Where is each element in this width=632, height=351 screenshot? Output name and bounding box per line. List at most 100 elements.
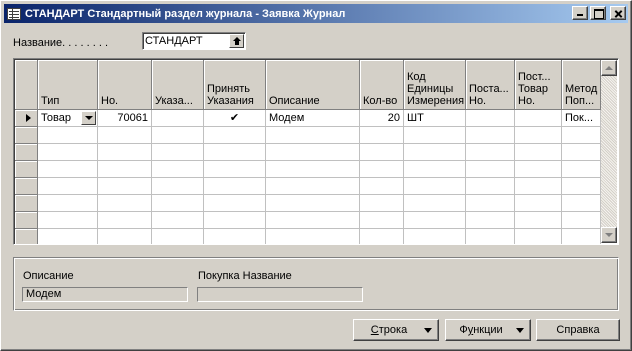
name-input[interactable]: СТАНДАРТ — [142, 32, 246, 50]
cell-uom[interactable] — [404, 161, 466, 178]
cell-uom[interactable] — [404, 127, 466, 144]
column-header-qty[interactable]: Кол-во — [360, 60, 404, 110]
cell-instr[interactable] — [152, 229, 204, 244]
column-header-method[interactable]: Метод Поп... — [562, 60, 601, 110]
cell-vendor[interactable] — [466, 195, 515, 212]
row-selector[interactable] — [15, 110, 38, 127]
cell-vendor_item[interactable] — [515, 178, 562, 195]
table-row[interactable] — [15, 195, 601, 212]
cell-no[interactable] — [98, 161, 152, 178]
row-selector[interactable] — [15, 178, 38, 195]
cell-type[interactable] — [38, 127, 98, 144]
cell-no[interactable] — [98, 127, 152, 144]
cell-method[interactable] — [562, 127, 601, 144]
cell-vendor[interactable] — [466, 178, 515, 195]
cell-no[interactable] — [98, 229, 152, 244]
scroll-up-icon[interactable] — [601, 60, 617, 76]
cell-vendor_item[interactable] — [515, 229, 562, 244]
cell-desc[interactable] — [266, 178, 360, 195]
cell-instr[interactable] — [152, 195, 204, 212]
table-row[interactable] — [15, 161, 601, 178]
cell-vendor[interactable] — [466, 161, 515, 178]
cell-desc[interactable] — [266, 229, 360, 244]
maximize-button[interactable] — [590, 6, 606, 20]
cell-desc[interactable] — [266, 144, 360, 161]
column-header-no[interactable]: Но. — [98, 60, 152, 110]
cell-uom[interactable] — [404, 144, 466, 161]
help-button[interactable]: Справка — [536, 319, 620, 341]
table-row[interactable]: Товар 70061 ✔ Модем 20 ШТ Пок... — [15, 110, 601, 127]
cell-type[interactable] — [38, 229, 98, 244]
cell-method[interactable]: Пок... — [562, 110, 601, 127]
cell-uom[interactable] — [404, 212, 466, 229]
cell-qty[interactable]: 20 — [360, 110, 404, 127]
cell-instr[interactable] — [152, 161, 204, 178]
line-menu-button[interactable]: Строка — [353, 319, 439, 341]
cell-type[interactable] — [38, 178, 98, 195]
cell-vendor[interactable] — [466, 229, 515, 244]
cell-method[interactable] — [562, 212, 601, 229]
chevron-down-icon[interactable] — [81, 111, 96, 125]
cell-instr[interactable] — [152, 178, 204, 195]
row-selector[interactable] — [15, 195, 38, 212]
cell-accept[interactable] — [204, 212, 266, 229]
cell-qty[interactable] — [360, 127, 404, 144]
column-header-vendor[interactable]: Поста... Но. — [466, 60, 515, 110]
cell-vendor[interactable] — [466, 144, 515, 161]
row-selector[interactable] — [15, 212, 38, 229]
cell-desc[interactable] — [266, 127, 360, 144]
cell-desc[interactable] — [266, 195, 360, 212]
cell-accept[interactable] — [204, 127, 266, 144]
cell-desc[interactable] — [266, 161, 360, 178]
functions-menu-button[interactable]: Функции — [445, 319, 531, 341]
cell-vendor_item[interactable] — [515, 110, 562, 127]
minimize-button[interactable] — [572, 6, 588, 20]
cell-no[interactable] — [98, 195, 152, 212]
cell-uom[interactable] — [404, 229, 466, 244]
table-row[interactable] — [15, 127, 601, 144]
cell-qty[interactable] — [360, 144, 404, 161]
cell-type[interactable] — [38, 161, 98, 178]
cell-type[interactable] — [38, 195, 98, 212]
vertical-scrollbar[interactable] — [601, 60, 617, 243]
column-header-uom[interactable]: Код Единицы Измерения — [404, 60, 466, 110]
column-header-type[interactable]: Тип — [38, 60, 98, 110]
table-row[interactable] — [15, 212, 601, 229]
cell-instr[interactable] — [152, 110, 204, 127]
cell-method[interactable] — [562, 178, 601, 195]
cell-accept[interactable] — [204, 178, 266, 195]
cell-qty[interactable] — [360, 178, 404, 195]
cell-method[interactable] — [562, 161, 601, 178]
cell-desc[interactable]: Модем — [266, 110, 360, 127]
column-header-instr[interactable]: Указа... — [152, 60, 204, 110]
cell-method[interactable] — [562, 195, 601, 212]
cell-method[interactable] — [562, 229, 601, 244]
cell-vendor_item[interactable] — [515, 195, 562, 212]
cell-qty[interactable] — [360, 195, 404, 212]
close-button[interactable] — [610, 6, 626, 20]
column-header-desc[interactable]: Описание — [266, 60, 360, 110]
title-bar[interactable]: СТАНДАРТ Стандартный раздел журнала - За… — [4, 4, 628, 23]
cell-type[interactable]: Товар — [38, 110, 98, 127]
cell-vendor[interactable] — [466, 127, 515, 144]
scroll-down-icon[interactable] — [601, 227, 617, 243]
cell-vendor_item[interactable] — [515, 212, 562, 229]
cell-instr[interactable] — [152, 127, 204, 144]
cell-type[interactable] — [38, 144, 98, 161]
cell-vendor[interactable] — [466, 110, 515, 127]
cell-no[interactable] — [98, 212, 152, 229]
cell-vendor_item[interactable] — [515, 127, 562, 144]
column-header-accept[interactable]: Принять Указания — [204, 60, 266, 110]
cell-instr[interactable] — [152, 212, 204, 229]
cell-no[interactable]: 70061 — [98, 110, 152, 127]
cell-no[interactable] — [98, 178, 152, 195]
cell-method[interactable] — [562, 144, 601, 161]
cell-qty[interactable] — [360, 229, 404, 244]
cell-qty[interactable] — [360, 212, 404, 229]
cell-accept[interactable] — [204, 195, 266, 212]
column-header-vendor_item[interactable]: Пост... Товар Но. — [515, 60, 562, 110]
row-selector[interactable] — [15, 127, 38, 144]
cell-accept[interactable] — [204, 229, 266, 244]
cell-vendor_item[interactable] — [515, 144, 562, 161]
cell-accept[interactable] — [204, 144, 266, 161]
